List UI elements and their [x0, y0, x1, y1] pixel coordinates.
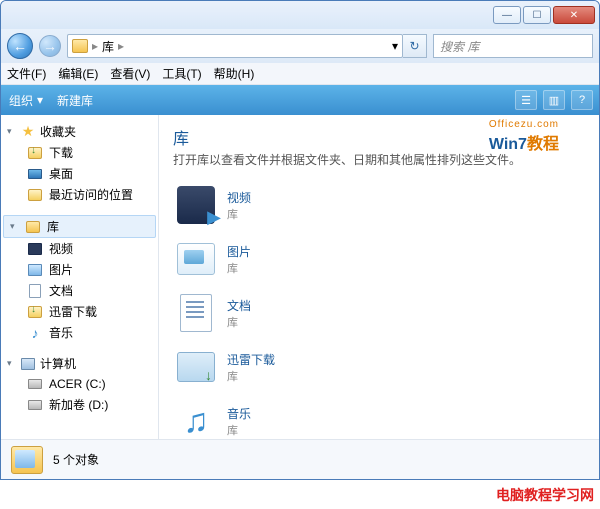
picture-icon	[177, 243, 215, 275]
chevron-down-icon: ▾	[37, 93, 43, 107]
address-bar[interactable]: ▸ 库 ▸ ▾	[67, 34, 403, 58]
twisty-icon: ▾	[7, 126, 16, 137]
sidebar-computer-header[interactable]: ▾ 计算机	[1, 353, 158, 374]
content-pane[interactable]: 办公族 Officezu.com Win7教程 库 打开库以查看文件并根据文件夹…	[159, 115, 599, 439]
search-input[interactable]: 搜索 库	[433, 34, 593, 58]
music-icon: ♫	[175, 400, 217, 439]
video-icon	[177, 186, 215, 224]
help-button[interactable]: ?	[571, 90, 593, 110]
computer-icon	[21, 358, 35, 370]
explorer-window: — ☐ ✕ ← → ▸ 库 ▸ ▾ ↻ 搜索 库 文件(F) 编辑(E) 查看(…	[0, 0, 600, 480]
library-item-music[interactable]: ♫ 音乐 库	[173, 394, 585, 439]
sidebar-computer-group: ▾ 计算机 ACER (C:) 新加卷 (D:)	[1, 353, 158, 415]
back-button[interactable]: ←	[7, 33, 33, 59]
sidebar-item-drive-d[interactable]: 新加卷 (D:)	[1, 394, 158, 415]
desktop-icon	[28, 169, 42, 179]
document-icon	[180, 294, 212, 332]
sidebar-item-desktop[interactable]: 桌面	[1, 163, 158, 184]
download-icon	[177, 352, 215, 382]
sidebar-libraries-label: 库	[47, 218, 59, 235]
menu-view[interactable]: 查看(V)	[110, 65, 150, 82]
preview-pane-button[interactable]: ▥	[543, 90, 565, 110]
search-placeholder: 搜索 库	[440, 38, 479, 55]
menu-edit[interactable]: 编辑(E)	[58, 65, 98, 82]
download-icon	[28, 147, 42, 159]
minimize-button[interactable]: —	[493, 6, 521, 24]
breadcrumb-sep-icon: ▸	[118, 39, 124, 53]
sidebar-item-documents[interactable]: 文档	[1, 280, 158, 301]
watermark-footer: 电脑教程学习网	[496, 485, 594, 505]
drive-icon	[28, 379, 42, 389]
sidebar-libraries-group: ▾ 库 视频 图片 文档 迅雷下载	[1, 215, 158, 343]
sidebar-favorites-label: 收藏夹	[40, 123, 76, 140]
sidebar-item-videos[interactable]: 视频	[1, 238, 158, 259]
menu-help[interactable]: 帮助(H)	[214, 65, 255, 82]
address-row: ← → ▸ 库 ▸ ▾ ↻ 搜索 库	[1, 29, 599, 63]
refresh-button[interactable]: ↻	[403, 34, 427, 58]
toolbar: 组织 ▾ 新建库 ☰ ▥ ?	[1, 85, 599, 115]
new-library-button[interactable]: 新建库	[57, 92, 93, 109]
page-description: 打开库以查看文件并根据文件夹、日期和其他属性排列这些文件。	[173, 151, 585, 168]
twisty-icon: ▾	[10, 221, 19, 232]
sidebar-item-xunlei[interactable]: 迅雷下载	[1, 301, 158, 322]
body: ▾ ★ 收藏夹 下载 桌面 最近访问的位置	[1, 115, 599, 439]
forward-button[interactable]: →	[39, 35, 61, 57]
close-button[interactable]: ✕	[553, 6, 595, 24]
sidebar-item-pictures[interactable]: 图片	[1, 259, 158, 280]
status-bar: 5 个对象	[1, 439, 599, 479]
library-icon	[26, 221, 40, 233]
library-item-videos[interactable]: 视频 库	[173, 178, 585, 232]
sidebar: ▾ ★ 收藏夹 下载 桌面 最近访问的位置	[1, 115, 159, 439]
twisty-icon: ▾	[7, 358, 16, 369]
menu-tools[interactable]: 工具(T)	[162, 65, 201, 82]
breadcrumb-root[interactable]: 库	[102, 38, 114, 55]
library-item-xunlei[interactable]: 迅雷下载 库	[173, 340, 585, 394]
sidebar-item-recent[interactable]: 最近访问的位置	[1, 184, 158, 205]
library-item-pictures[interactable]: 图片 库	[173, 232, 585, 286]
document-icon	[29, 284, 41, 298]
sidebar-item-drive-c[interactable]: ACER (C:)	[1, 374, 158, 394]
view-mode-button[interactable]: ☰	[515, 90, 537, 110]
sidebar-item-music[interactable]: ♪ 音乐	[1, 322, 158, 343]
menu-bar: 文件(F) 编辑(E) 查看(V) 工具(T) 帮助(H)	[1, 63, 599, 85]
organize-button[interactable]: 组织 ▾	[9, 92, 43, 109]
library-item-documents[interactable]: 文档 库	[173, 286, 585, 340]
page-title: 库	[173, 125, 585, 149]
menu-file[interactable]: 文件(F)	[7, 65, 46, 82]
library-folder-icon	[11, 446, 43, 474]
star-icon: ★	[20, 124, 36, 140]
sidebar-item-downloads[interactable]: 下载	[1, 142, 158, 163]
address-dropdown-icon[interactable]: ▾	[392, 39, 398, 53]
breadcrumb-sep-icon: ▸	[92, 39, 98, 53]
sidebar-favorites-header[interactable]: ▾ ★ 收藏夹	[1, 121, 158, 142]
music-icon: ♪	[27, 325, 43, 341]
recent-icon	[28, 189, 42, 201]
folder-icon	[72, 39, 88, 53]
titlebar: — ☐ ✕	[1, 1, 599, 29]
download-icon	[28, 306, 42, 318]
sidebar-libraries-header[interactable]: ▾ 库	[3, 215, 156, 238]
maximize-button[interactable]: ☐	[523, 6, 551, 24]
drive-icon	[28, 400, 42, 410]
sidebar-favorites-group: ▾ ★ 收藏夹 下载 桌面 最近访问的位置	[1, 121, 158, 205]
sidebar-computer-label: 计算机	[40, 355, 76, 372]
picture-icon	[28, 264, 42, 276]
status-count: 5 个对象	[53, 451, 99, 468]
video-icon	[28, 243, 42, 255]
